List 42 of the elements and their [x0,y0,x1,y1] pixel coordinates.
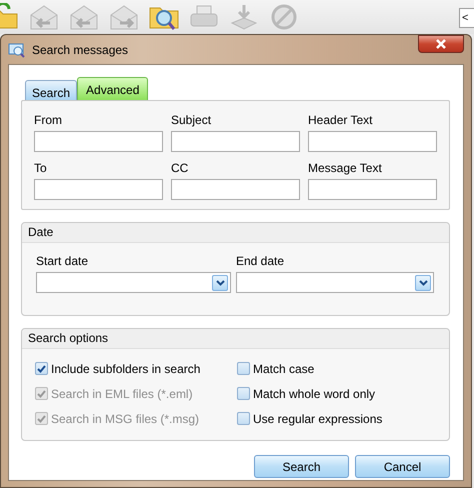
field-label: Header Text [308,113,374,127]
toolbar-field[interactable]: < [459,8,474,28]
tab[interactable]: Advanced [77,77,148,100]
date-dropdown[interactable] [36,272,231,293]
field-label: CC [171,161,190,175]
field-label: End date [236,254,286,268]
checkbox-option[interactable]: Match case [237,360,439,377]
envelope-magnifier-icon [8,40,26,58]
field-label: Start date [36,254,90,268]
close-button[interactable] [418,35,464,53]
envelope-left-arrow-icon [28,3,60,31]
stop-icon [270,3,298,31]
checkbox[interactable] [35,362,48,375]
input-field[interactable] [308,179,437,200]
envelope-right-arrow-icon [108,3,140,31]
tab[interactable]: Search [25,80,78,100]
group-title: Date [28,225,54,239]
chevron-down-icon [212,274,228,290]
input-field[interactable] [34,131,163,152]
group-title: Search options [28,331,108,345]
field-label: Subject [171,113,212,127]
chevron-down-icon [415,274,431,290]
input-field[interactable] [171,179,300,200]
checkbox[interactable] [237,412,250,425]
checkbox-option[interactable]: Match whole word only [237,385,439,402]
date-dropdown[interactable] [236,272,434,293]
window-title: Search messages [32,42,128,56]
download-tray-icon [229,3,259,31]
field-label: To [34,161,48,175]
checkbox[interactable] [237,387,250,400]
checkbox-option[interactable]: Use regular expressions [237,410,439,427]
envelope-left-arrow-icon [68,3,100,31]
field-label: From [34,113,63,127]
dialog-button[interactable]: Search [254,455,349,478]
close-icon [435,39,447,49]
dialog-button[interactable]: Cancel [355,455,450,478]
checkbox[interactable] [237,362,250,375]
input-field[interactable] [34,179,163,200]
checkbox-option[interactable]: Include subfolders in search [35,360,237,377]
field-label: Message Text [308,161,383,175]
input-field[interactable] [308,131,437,152]
input-field[interactable] [171,131,300,152]
